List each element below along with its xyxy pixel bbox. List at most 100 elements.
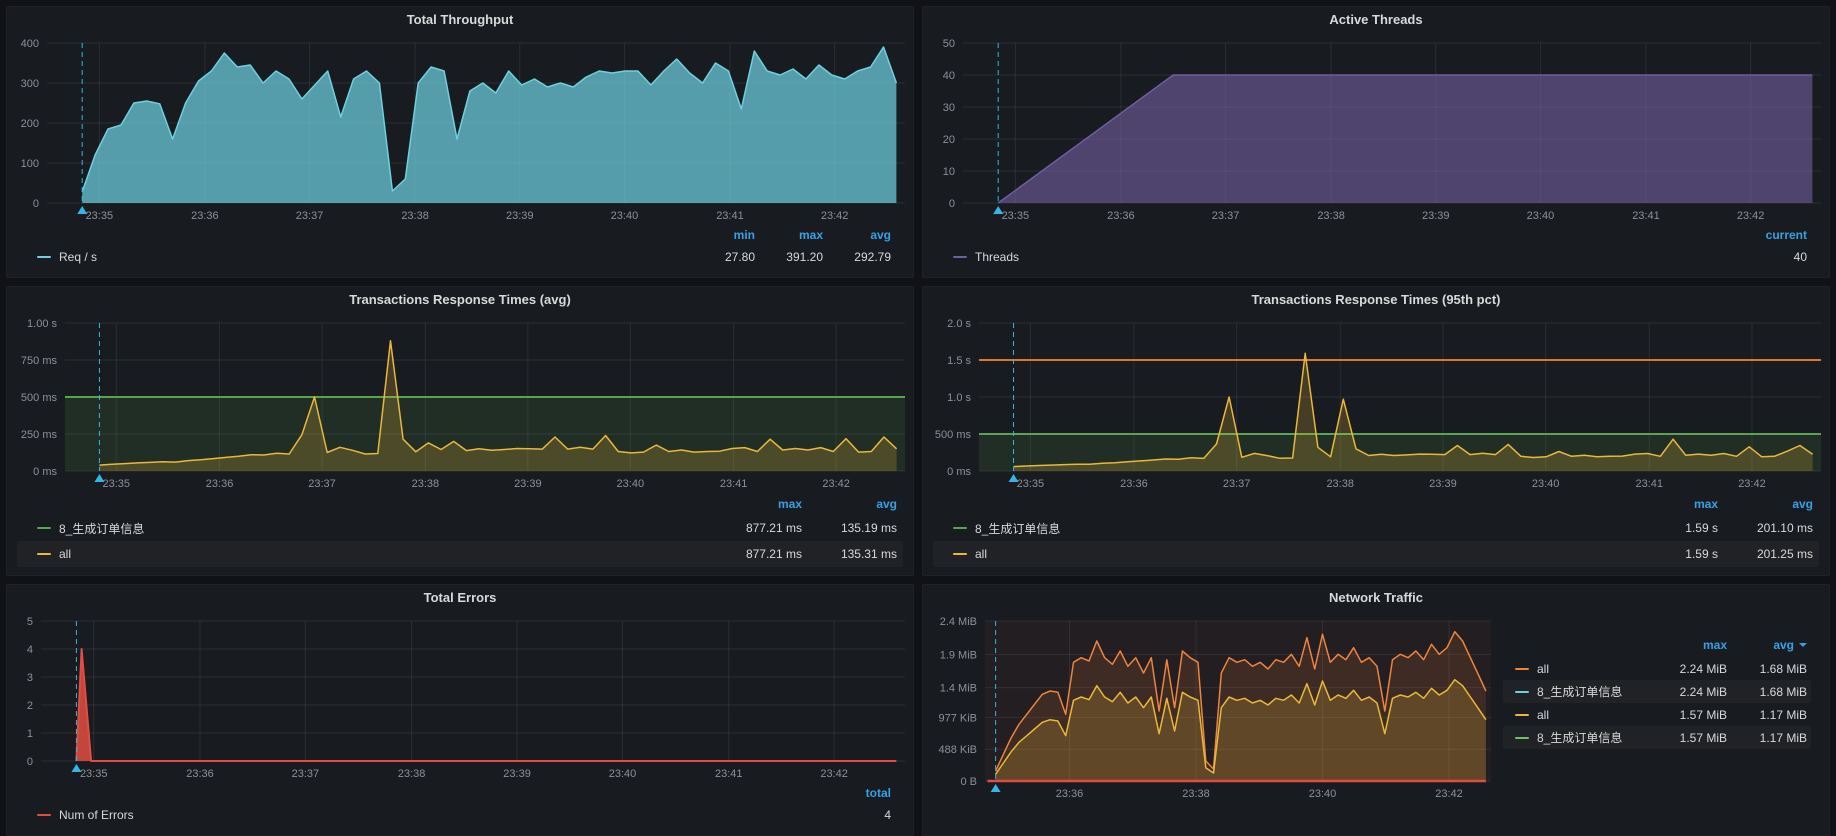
series-label[interactable]: 8_生成订单信息 [1537,729,1622,746]
series-label[interactable]: 8_生成订单信息 [975,520,1060,537]
stat-max: 1.59 s [1623,521,1718,535]
svg-text:23:40: 23:40 [1532,478,1560,490]
stat-max: 2.24 MiB [1655,685,1727,699]
legend-row: all 1.59 s 201.25 ms [933,541,1819,567]
svg-text:23:37: 23:37 [296,210,324,222]
svg-text:1.9 MiB: 1.9 MiB [940,649,977,661]
stat-avg: 1.68 MiB [1727,662,1807,676]
panel-title-total-errors[interactable]: Total Errors [7,585,913,611]
svg-text:1.4 MiB: 1.4 MiB [940,683,977,695]
stat-max: 1.57 MiB [1655,708,1727,722]
errors-chart[interactable]: 23:3523:3623:3723:3823:3923:4023:4123:42… [7,611,913,783]
legend-row: Num of Errors 4 [37,803,891,827]
panel-title-total-throughput[interactable]: Total Throughput [7,7,913,33]
series-label[interactable]: 8_生成订单信息 [59,520,144,537]
legend-col-min[interactable]: min [687,228,755,242]
svg-text:30: 30 [943,102,955,114]
svg-text:977 KiB: 977 KiB [938,712,977,724]
resp-avg-legend: max avg 8_生成订单信息 877.21 ms 135.19 ms all… [7,493,913,575]
legend-row: 8_生成订单信息 1.59 s 201.10 ms [933,515,1819,541]
throughput-chart[interactable]: 23:3523:3623:3723:3823:3923:4023:4123:42… [7,33,913,225]
svg-text:0 B: 0 B [960,776,977,788]
stat-total: 4 [823,808,891,822]
series-label[interactable]: all [975,547,987,561]
series-label[interactable]: all [1537,662,1549,676]
svg-text:20: 20 [943,134,955,146]
svg-text:300: 300 [21,78,39,90]
svg-text:200: 200 [21,118,39,130]
svg-text:23:38: 23:38 [398,768,426,780]
legend-col-avg[interactable]: avg [1718,497,1813,511]
svg-text:23:38: 23:38 [1326,478,1354,490]
series-dash-icon [1515,691,1529,693]
series-dash-icon [1515,737,1529,739]
legend-col-total[interactable]: total [823,786,891,800]
panel-title-network-traffic[interactable]: Network Traffic [923,585,1829,611]
legend-col-avg-sorted[interactable]: avg [1727,638,1807,652]
stat-current: 40 [1739,250,1807,264]
legend-stats-header: min max avg [37,225,891,245]
throughput-legend: min max avg Req / s 27.80 391.20 292.79 [7,225,913,277]
resp-95-legend: max avg 8_生成订单信息 1.59 s 201.10 ms all 1.… [923,493,1829,575]
network-traffic-body: 23:3623:3823:4023:420 B488 KiB977 KiB1.4… [923,611,1829,835]
svg-text:23:41: 23:41 [715,768,743,780]
legend-col-avg[interactable]: avg [823,228,891,242]
series-label[interactable]: all [59,547,71,561]
panel-title-response-times-95th[interactable]: Transactions Response Times (95th pct) [923,287,1829,313]
resp-avg-chart[interactable]: 23:3523:3623:3723:3823:3923:4023:4123:42… [7,313,913,493]
legend-col-max[interactable]: max [1623,497,1718,511]
legend-col-max[interactable]: max [1655,638,1727,652]
panel-total-throughput: Total Throughput 23:3523:3623:3723:3823:… [6,6,914,278]
svg-text:23:37: 23:37 [1212,210,1240,222]
svg-text:23:40: 23:40 [1527,210,1555,222]
legend-col-avg[interactable]: avg [802,497,897,511]
legend-row: Threads 40 [953,245,1807,269]
series-dash-icon [37,814,51,816]
series-label[interactable]: all [1537,708,1549,722]
threads-chart[interactable]: 23:3523:3623:3723:3823:3923:4023:4123:42… [923,33,1829,225]
svg-text:23:42: 23:42 [822,478,850,490]
svg-text:0 ms: 0 ms [33,466,57,478]
stat-max: 1.57 MiB [1655,731,1727,745]
stat-avg: 292.79 [823,250,891,264]
svg-text:400: 400 [21,38,39,50]
svg-text:1.5 s: 1.5 s [947,355,971,367]
series-dash-icon [37,527,51,529]
svg-text:750 ms: 750 ms [21,355,58,367]
svg-text:23:42: 23:42 [821,210,849,222]
resp-95-chart[interactable]: 23:3523:3623:3723:3823:3923:4023:4123:42… [923,313,1829,493]
legend-col-current[interactable]: current [1739,228,1807,242]
svg-text:100: 100 [21,158,39,170]
svg-text:23:39: 23:39 [1429,478,1457,490]
svg-text:0: 0 [27,756,33,768]
series-label[interactable]: Req / s [59,250,97,264]
series-label[interactable]: Num of Errors [59,808,134,822]
svg-text:23:36: 23:36 [1120,478,1148,490]
legend-row: all 2.24 MiB 1.68 MiB [1503,657,1811,680]
svg-text:23:40: 23:40 [611,210,639,222]
stat-max: 391.20 [755,250,823,264]
panel-title-response-times-avg[interactable]: Transactions Response Times (avg) [7,287,913,313]
svg-text:23:36: 23:36 [1107,210,1135,222]
series-label[interactable]: Threads [975,250,1019,264]
network-chart[interactable]: 23:3623:3823:4023:420 B488 KiB977 KiB1.4… [923,611,1499,803]
svg-text:2: 2 [27,700,33,712]
stat-avg: 135.19 ms [802,521,897,535]
svg-text:50: 50 [943,38,955,50]
svg-text:23:39: 23:39 [503,768,531,780]
panel-title-active-threads[interactable]: Active Threads [923,7,1829,33]
stat-min: 27.80 [687,250,755,264]
legend-col-max[interactable]: max [707,497,802,511]
legend-col-max[interactable]: max [755,228,823,242]
panel-response-times-avg: Transactions Response Times (avg) 23:352… [6,286,914,576]
svg-text:1.0 s: 1.0 s [947,392,971,404]
svg-text:23:42: 23:42 [1435,788,1463,800]
resp-95-chart-area: 23:3523:3623:3723:3823:3923:4023:4123:42… [923,313,1829,493]
series-label[interactable]: 8_生成订单信息 [1537,683,1622,700]
svg-text:23:39: 23:39 [506,210,534,222]
series-dash-icon [1515,714,1529,716]
svg-text:23:42: 23:42 [1737,210,1765,222]
svg-text:23:35: 23:35 [102,478,130,490]
svg-text:2.4 MiB: 2.4 MiB [940,616,977,628]
legend-row: 8_生成订单信息 1.57 MiB 1.17 MiB [1503,726,1811,749]
